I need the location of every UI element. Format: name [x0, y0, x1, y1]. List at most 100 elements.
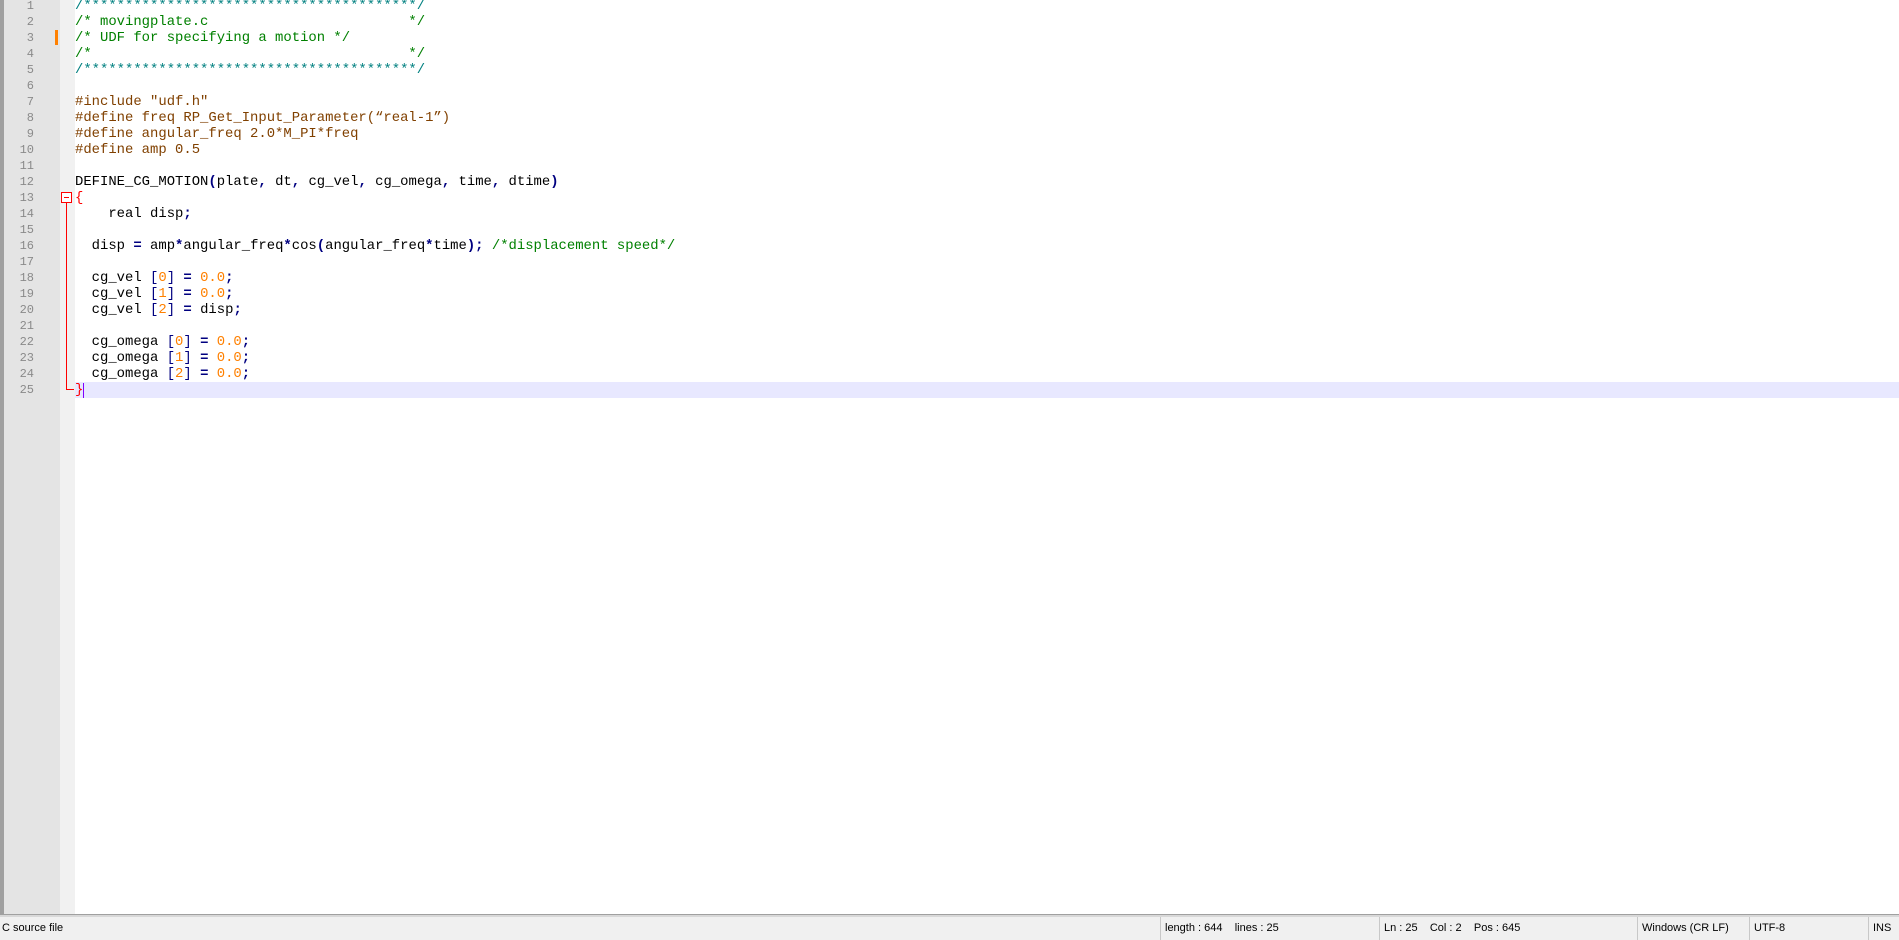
- fold-margin[interactable]: [60, 0, 75, 914]
- code-token: cg_omega: [75, 350, 167, 366]
- code-line[interactable]: [75, 222, 1899, 238]
- code-token: plate: [216, 174, 259, 190]
- status-file-type: C source file: [2, 922, 64, 934]
- editor[interactable]: /***************************************…: [0, 0, 1899, 914]
- code-line[interactable]: disp = amp*angular_freq*cos(angular_freq…: [75, 238, 1899, 254]
- fold-line: [66, 203, 67, 389]
- line-number: 21: [19, 319, 34, 333]
- code-line[interactable]: /***************************************…: [75, 62, 1899, 78]
- code-token: disp: [191, 302, 234, 318]
- code-line[interactable]: real disp;: [75, 206, 1899, 222]
- code-token: ;: [225, 286, 234, 302]
- code-token: ;: [241, 350, 251, 366]
- code-token: ]: [183, 366, 192, 382]
- code-line[interactable]: [75, 158, 1899, 174]
- code-line[interactable]: [75, 254, 1899, 270]
- code-token: time: [450, 174, 492, 190]
- code-token: 2: [158, 302, 167, 318]
- code-token: cg_vel: [75, 270, 151, 286]
- code-line[interactable]: {: [75, 190, 1899, 206]
- fold-collapse-icon[interactable]: [61, 192, 72, 203]
- code-token: *: [283, 238, 292, 254]
- code-token: *: [425, 238, 434, 254]
- code-token: cos: [291, 238, 317, 254]
- code-line[interactable]: cg_omega [1] = 0.0;: [75, 350, 1899, 366]
- code-token: /* */: [75, 46, 426, 62]
- code-line[interactable]: /* movingplate.c */: [75, 14, 1899, 30]
- line-number: 22: [19, 335, 34, 349]
- code-line[interactable]: #define angular_freq 2.0*M_PI*freq: [75, 126, 1899, 142]
- text-caret: [83, 383, 84, 398]
- code-line[interactable]: cg_vel [1] = 0.0;: [75, 286, 1899, 302]
- code-line[interactable]: /***************************************…: [75, 0, 1899, 14]
- code-token: cg_vel: [75, 302, 151, 318]
- code-line[interactable]: #include "udf.h": [75, 94, 1899, 110]
- line-number: 15: [19, 223, 34, 237]
- line-number: 1: [26, 0, 34, 13]
- code-token: (: [208, 174, 217, 190]
- code-token: ;: [183, 206, 192, 222]
- code-token: /***************************************…: [75, 62, 426, 78]
- code-token: /* movingplate.c */: [75, 14, 426, 30]
- code-line[interactable]: }: [75, 382, 1899, 398]
- line-number: 10: [19, 143, 34, 157]
- code-token: 0: [158, 270, 167, 286]
- line-number: 5: [26, 63, 34, 77]
- status-length: length : 644 lines : 25: [1160, 917, 1279, 940]
- change-marker: [55, 30, 58, 45]
- status-eol[interactable]: Windows (CR LF): [1637, 917, 1729, 940]
- code-token: 0.0: [216, 350, 242, 366]
- code-token: /*displacement speed*/: [491, 238, 676, 254]
- line-number: 23: [19, 351, 34, 365]
- code-line[interactable]: [75, 318, 1899, 334]
- line-number: 13: [19, 191, 34, 205]
- code-token: 1: [158, 286, 167, 302]
- code-token: ;: [233, 302, 242, 318]
- code-line[interactable]: cg_vel [2] = disp;: [75, 302, 1899, 318]
- code-line[interactable]: #define amp 0.5: [75, 142, 1899, 158]
- code-token: 0.0: [200, 270, 226, 286]
- code-token: cg_omega: [75, 334, 167, 350]
- code-line[interactable]: #define freq RP_Get_Input_Parameter(“rea…: [75, 110, 1899, 126]
- code-token: #define angular_freq 2.0*M_PI*freq: [75, 126, 359, 142]
- status-insert-mode[interactable]: INS: [1868, 917, 1891, 940]
- code-token: ;: [241, 334, 251, 350]
- line-number: 24: [19, 367, 34, 381]
- code-line[interactable]: cg_vel [0] = 0.0;: [75, 270, 1899, 286]
- code-token: angular_freq: [325, 238, 426, 254]
- code-token: {: [75, 190, 84, 206]
- status-position: Ln : 25 Col : 2 Pos : 645: [1379, 917, 1520, 940]
- line-number: 12: [19, 175, 34, 189]
- code-token: ): [550, 174, 559, 190]
- code-token: [: [166, 334, 176, 350]
- code-line[interactable]: cg_omega [0] = 0.0;: [75, 334, 1899, 350]
- code-token: [: [166, 350, 176, 366]
- line-number: 4: [26, 47, 34, 61]
- code-token: ]: [166, 302, 176, 318]
- code-token: =: [183, 270, 192, 286]
- code-line[interactable]: DEFINE_CG_MOTION(plate, dt, cg_vel, cg_o…: [75, 174, 1899, 190]
- line-number: 25: [19, 383, 34, 397]
- code-token: =: [183, 286, 192, 302]
- code-line[interactable]: /* UDF for specifying a motion */: [75, 30, 1899, 46]
- status-encoding[interactable]: UTF-8: [1749, 917, 1785, 940]
- code-token: 0.0: [200, 286, 226, 302]
- code-line[interactable]: /* */: [75, 46, 1899, 62]
- code-token: cg_vel: [300, 174, 359, 190]
- line-number: 2: [26, 15, 34, 29]
- code-token: angular_freq: [183, 238, 284, 254]
- code-token: /***************************************…: [75, 0, 426, 14]
- code-token: #define freq RP_Get_Input_Parameter(“rea…: [75, 110, 451, 126]
- code-token: 0.0: [216, 334, 242, 350]
- code-token: ]: [183, 350, 192, 366]
- line-number: 7: [26, 95, 34, 109]
- code-line[interactable]: [75, 78, 1899, 94]
- code-line[interactable]: cg_omega [2] = 0.0;: [75, 366, 1899, 382]
- code-token: real disp: [75, 206, 184, 222]
- line-number: 9: [26, 127, 34, 141]
- line-number: 17: [19, 255, 34, 269]
